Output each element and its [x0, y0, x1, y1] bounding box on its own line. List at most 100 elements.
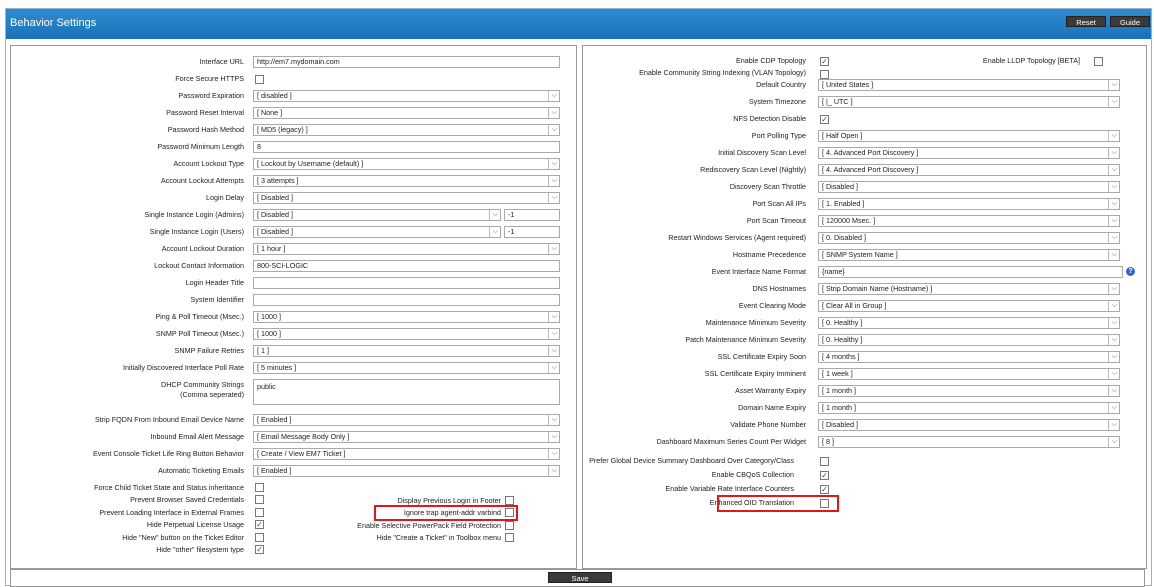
snmp-failure-retries-select[interactable]: [ 1 ] ⌵ [253, 345, 560, 357]
right-select[interactable]: [ 4 months ] ⌵ [818, 351, 1120, 363]
right-select-label: SSL Certificate Expiry Imminent [704, 369, 806, 378]
mid-option-checkbox[interactable] [505, 496, 514, 505]
single-login-admins-limit-input[interactable]: -1 [504, 209, 560, 221]
ticket-ring-select-value: [ Create / View EM7 Ticket ] [257, 449, 346, 458]
right-select[interactable]: [ 4. Advanced Port Discovery ] ⌵ [818, 147, 1120, 159]
chevron-down-icon: ⌵ [551, 92, 557, 99]
left-option-checkbox[interactable]: ✓ [255, 520, 264, 530]
force-https-checkbox[interactable] [255, 75, 264, 84]
chevron-down-icon: ⌵ [1111, 183, 1117, 190]
inbound-email-label: Inbound Email Alert Message [150, 432, 245, 441]
ignore-trap-highlight [374, 505, 518, 521]
save-button[interactable]: Save [548, 572, 612, 583]
right-option-label: Enable CBQoS Collection [711, 470, 794, 479]
strip-fqdn-label: Strip FQDN From Inbound Email Device Nam… [95, 415, 244, 424]
lldp-topology-checkbox[interactable] [1094, 57, 1103, 66]
cdp-topology-label: Enable CDP Topology [735, 56, 806, 65]
right-select-value: [ 8 ] [822, 437, 834, 446]
ping-poll-timeout-select[interactable]: [ 1000 ] ⌵ [253, 311, 560, 323]
chevron-down-icon: ⌵ [551, 245, 557, 252]
right-select[interactable]: [ SNMP System Name ] ⌵ [818, 249, 1120, 261]
behavior-settings-window: Behavior Settings Reset Guide Interface … [5, 8, 1152, 587]
title-bar: Behavior Settings Reset Guide [6, 9, 1151, 39]
dhcp-strings-textarea[interactable]: public [253, 379, 560, 405]
snmp-poll-timeout-select[interactable]: [ 1000 ] ⌵ [253, 328, 560, 340]
system-identifier-input[interactable] [253, 294, 560, 306]
right-select[interactable]: [ 0. Disabled ] ⌵ [818, 232, 1120, 244]
account-lockout-attempts-select-value: [ 3 attempts ] [257, 176, 299, 185]
right-select[interactable]: [ Clear All in Group ] ⌵ [818, 300, 1120, 312]
chevron-down-icon: ⌵ [551, 177, 557, 184]
right-select[interactable]: [ 8 ] ⌵ [818, 436, 1120, 448]
nfs-detection-checkbox[interactable]: ✓ [820, 115, 829, 124]
right-select[interactable]: [ 1 month ] ⌵ [818, 385, 1120, 397]
interface-url-input[interactable]: http://em7.mydomain.com [253, 56, 560, 68]
single-login-admins-select-value: [ Disabled ] [257, 210, 293, 219]
initial-poll-rate-select[interactable]: [ 5 minutes ] ⌵ [253, 362, 560, 374]
right-select[interactable]: [ 120000 Msec. ] ⌵ [818, 215, 1120, 227]
right-option-checkbox[interactable]: ✓ [820, 471, 829, 480]
help-icon[interactable]: ? [1126, 267, 1135, 276]
vlan-topology-checkbox[interactable] [820, 70, 829, 79]
inbound-email-select[interactable]: [ Email Message Body Only ] ⌵ [253, 431, 560, 443]
password-min-length-input[interactable]: 8 [253, 141, 560, 153]
login-delay-select[interactable]: [ Disabled ] ⌵ [253, 192, 560, 204]
password-expiration-select[interactable]: [ disabled ] ⌵ [253, 90, 560, 102]
single-login-admins-label: Single Instance Login (Admins) [144, 210, 244, 219]
chevron-down-icon: ⌵ [1111, 81, 1117, 88]
reset-button[interactable]: Reset [1066, 16, 1106, 27]
right-select[interactable]: [ Disabled ] ⌵ [818, 181, 1120, 193]
right-select[interactable]: [ 1 month ] ⌵ [818, 402, 1120, 414]
chevron-down-icon: ⌵ [1111, 302, 1117, 309]
chevron-down-icon: ⌵ [551, 416, 557, 423]
cdp-topology-checkbox[interactable]: ✓ [820, 57, 829, 66]
right-select-value: [ |_ UTC ] [822, 97, 853, 106]
right-select[interactable]: [ Strip Domain Name (Hostname) ] ⌵ [818, 283, 1120, 295]
chevron-down-icon: ⌵ [551, 313, 557, 320]
left-option-checkbox[interactable]: ✓ [255, 545, 264, 554]
account-lockout-type-select[interactable]: [ Lockout by Username (default) ] ⌵ [253, 158, 560, 170]
left-option-checkbox[interactable] [255, 532, 264, 542]
right-select[interactable]: [ 1 week ] ⌵ [818, 368, 1120, 380]
strip-fqdn-select[interactable]: [ Enabled ] ⌵ [253, 414, 560, 426]
right-select[interactable]: [ 0. Healthy ] ⌵ [818, 317, 1120, 329]
ticket-ring-select[interactable]: [ Create / View EM7 Ticket ] ⌵ [253, 448, 560, 460]
login-header-title-input[interactable] [253, 277, 560, 289]
password-hash-method-select[interactable]: [ MD5 (legacy) ] ⌵ [253, 124, 560, 136]
right-option-checkbox[interactable] [820, 457, 829, 466]
right-select-label: Discovery Scan Throttle [729, 182, 806, 191]
left-option-checkbox[interactable] [255, 483, 264, 492]
right-select[interactable]: [ 0. Healthy ] ⌵ [818, 334, 1120, 346]
event-interface-format-input[interactable]: {name} [818, 266, 1123, 278]
right-select[interactable]: [ |_ UTC ] ⌵ [818, 96, 1120, 108]
chevron-down-icon: ⌵ [551, 109, 557, 116]
mid-option-checkbox[interactable] [505, 520, 514, 530]
auto-ticketing-select[interactable]: [ Enabled ] ⌵ [253, 465, 560, 477]
chevron-down-icon: ⌵ [551, 450, 557, 457]
mid-option-checkbox[interactable] [505, 533, 514, 543]
right-select[interactable]: [ 4. Advanced Port Discovery ] ⌵ [818, 164, 1120, 176]
right-select[interactable]: [ United States ] ⌵ [818, 79, 1120, 91]
account-lockout-duration-select[interactable]: [ 1 hour ] ⌵ [253, 243, 560, 255]
lockout-contact-input[interactable]: 800-SCI-LOGIC [253, 260, 560, 272]
right-option-label: Prefer Global Device Summary Dashboard O… [589, 456, 794, 465]
password-reset-interval-label: Password Reset Interval [166, 108, 244, 117]
single-login-users-limit-input[interactable]: -1 [504, 226, 560, 238]
right-select-label: Maintenance Minimum Severity [705, 318, 806, 327]
password-reset-interval-select[interactable]: [ None ] ⌵ [253, 107, 560, 119]
single-login-users-select[interactable]: [ Disabled ] ⌵ [253, 226, 501, 238]
chevron-down-icon: ⌵ [1111, 353, 1117, 360]
left-option-checkbox[interactable] [255, 495, 264, 505]
chevron-down-icon: ⌵ [551, 126, 557, 133]
right-select[interactable]: [ 1. Enabled ] ⌵ [818, 198, 1120, 210]
left-option-checkbox[interactable] [255, 507, 264, 517]
event-interface-format-label: Event Interface Name Format [711, 267, 806, 276]
right-select[interactable]: [ Disabled ] ⌵ [818, 419, 1120, 431]
guide-button[interactable]: Guide [1110, 16, 1150, 27]
password-reset-interval-select-value: [ None ] [257, 108, 283, 117]
account-lockout-attempts-select[interactable]: [ 3 attempts ] ⌵ [253, 175, 560, 187]
ping-poll-timeout-label: Ping & Poll Timeout (Msec.) [155, 312, 244, 321]
right-select[interactable]: [ Half Open ] ⌵ [818, 130, 1120, 142]
single-login-admins-select[interactable]: [ Disabled ] ⌵ [253, 209, 501, 221]
right-option-checkbox[interactable]: ✓ [820, 485, 829, 494]
